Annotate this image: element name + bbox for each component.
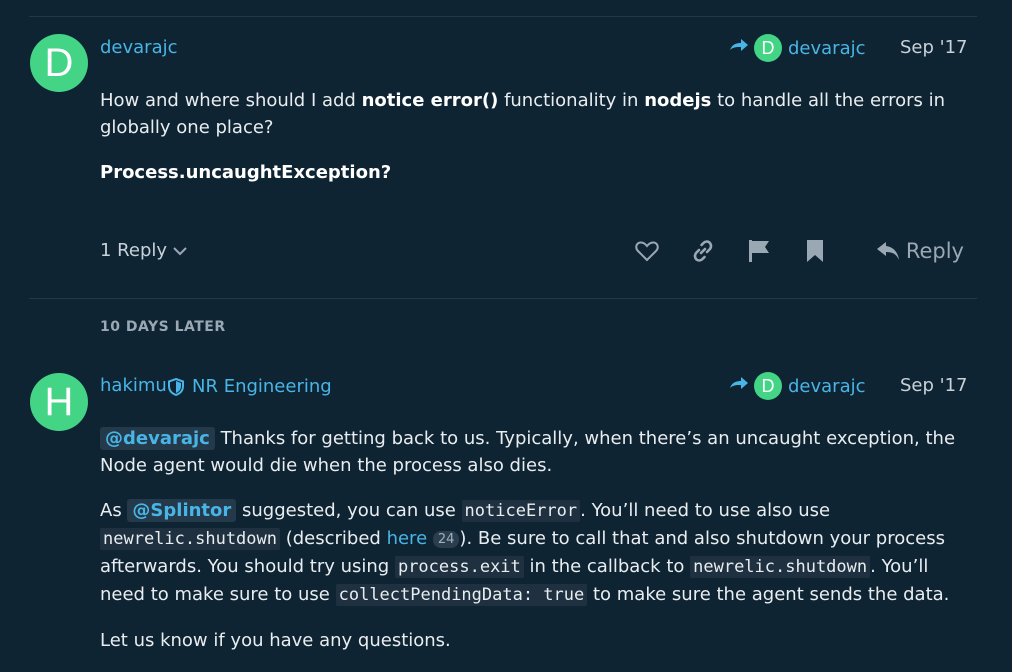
reply-to-avatar-letter: D (761, 37, 775, 58)
text-span: (described (280, 528, 387, 549)
reply-to-avatar: D (754, 34, 782, 62)
replies-toggle[interactable]: 1 Reply (100, 240, 187, 261)
avatar[interactable]: D (30, 34, 88, 92)
reply-to-username: devarajc (788, 375, 866, 397)
flag-icon[interactable] (746, 238, 772, 264)
inline-code: newrelic.shutdown (690, 556, 871, 578)
post-date[interactable]: Sep '17 (900, 37, 968, 58)
reply-icon (876, 242, 899, 260)
shield-icon (168, 377, 184, 396)
inline-code: newrelic.shutdown (100, 528, 280, 550)
click-count-badge: 24 (432, 530, 460, 548)
reply-to-indicator[interactable]: D devarajc (728, 372, 866, 400)
text-span: in the callback to (523, 556, 691, 577)
post-paragraph: Let us know if you have any questions. (100, 630, 451, 651)
reply-to-username: devarajc (788, 37, 866, 59)
user-mention[interactable]: @Splintor (127, 499, 237, 522)
reply-button-label: Reply (905, 239, 964, 263)
post-divider (29, 298, 977, 299)
user-group[interactable]: NR Engineering (168, 376, 332, 397)
reply-to-avatar-letter: D (761, 375, 775, 396)
text-span: functionality in (498, 90, 645, 111)
avatar[interactable]: H (30, 373, 88, 431)
inline-code: process.exit (394, 556, 524, 578)
post-paragraph: How and where should I add notice error(… (100, 87, 970, 141)
post-paragraph: @devarajc Thanks for getting back to us.… (100, 425, 970, 479)
reply-to-avatar: D (754, 372, 782, 400)
top-divider (29, 16, 977, 17)
text-span: How and where should I add (100, 90, 362, 111)
text-span: Thanks for getting back to us. Typically… (100, 428, 956, 476)
user-mention[interactable]: @devarajc (100, 427, 215, 450)
post-date[interactable]: Sep '17 (900, 375, 968, 396)
reply-arrow-icon (730, 39, 748, 51)
time-gap-label: 10 DAYS LATER (100, 319, 226, 335)
avatar-letter: D (44, 40, 74, 85)
text-span: suggested, you can use (236, 500, 462, 521)
bold-text: nodejs (644, 90, 712, 111)
text-span: As (100, 500, 128, 521)
chevron-down-icon (173, 246, 187, 255)
post-actions: Reply (634, 238, 964, 264)
heart-icon[interactable] (634, 238, 660, 264)
post-body: How and where should I add notice error(… (100, 87, 970, 204)
post-author[interactable]: hakimu (100, 375, 167, 396)
post-author[interactable]: devarajc (100, 37, 178, 58)
inline-code: noticeError (461, 500, 581, 522)
bold-text: notice error() (361, 90, 499, 111)
post-paragraph: As @Splintor suggested, you can use noti… (100, 497, 970, 609)
replies-count: 1 Reply (100, 240, 168, 261)
reply-to-indicator[interactable]: D devarajc (728, 34, 866, 62)
post-body: @devarajc Thanks for getting back to us.… (100, 425, 970, 672)
bookmark-icon[interactable] (802, 238, 828, 264)
user-group-label: NR Engineering (192, 376, 332, 397)
text-span: to make sure the agent sends the data. (587, 584, 950, 605)
inline-code: collectPendingData: true (335, 584, 588, 606)
reply-arrow-icon (730, 377, 748, 389)
text-span: . You’ll need to use also use (580, 500, 831, 521)
link-icon[interactable] (690, 238, 716, 264)
reply-button[interactable]: Reply (876, 239, 964, 263)
doc-link[interactable]: here (387, 528, 428, 549)
bold-paragraph: Process.uncaughtException? (100, 162, 392, 183)
avatar-letter: H (44, 379, 74, 424)
